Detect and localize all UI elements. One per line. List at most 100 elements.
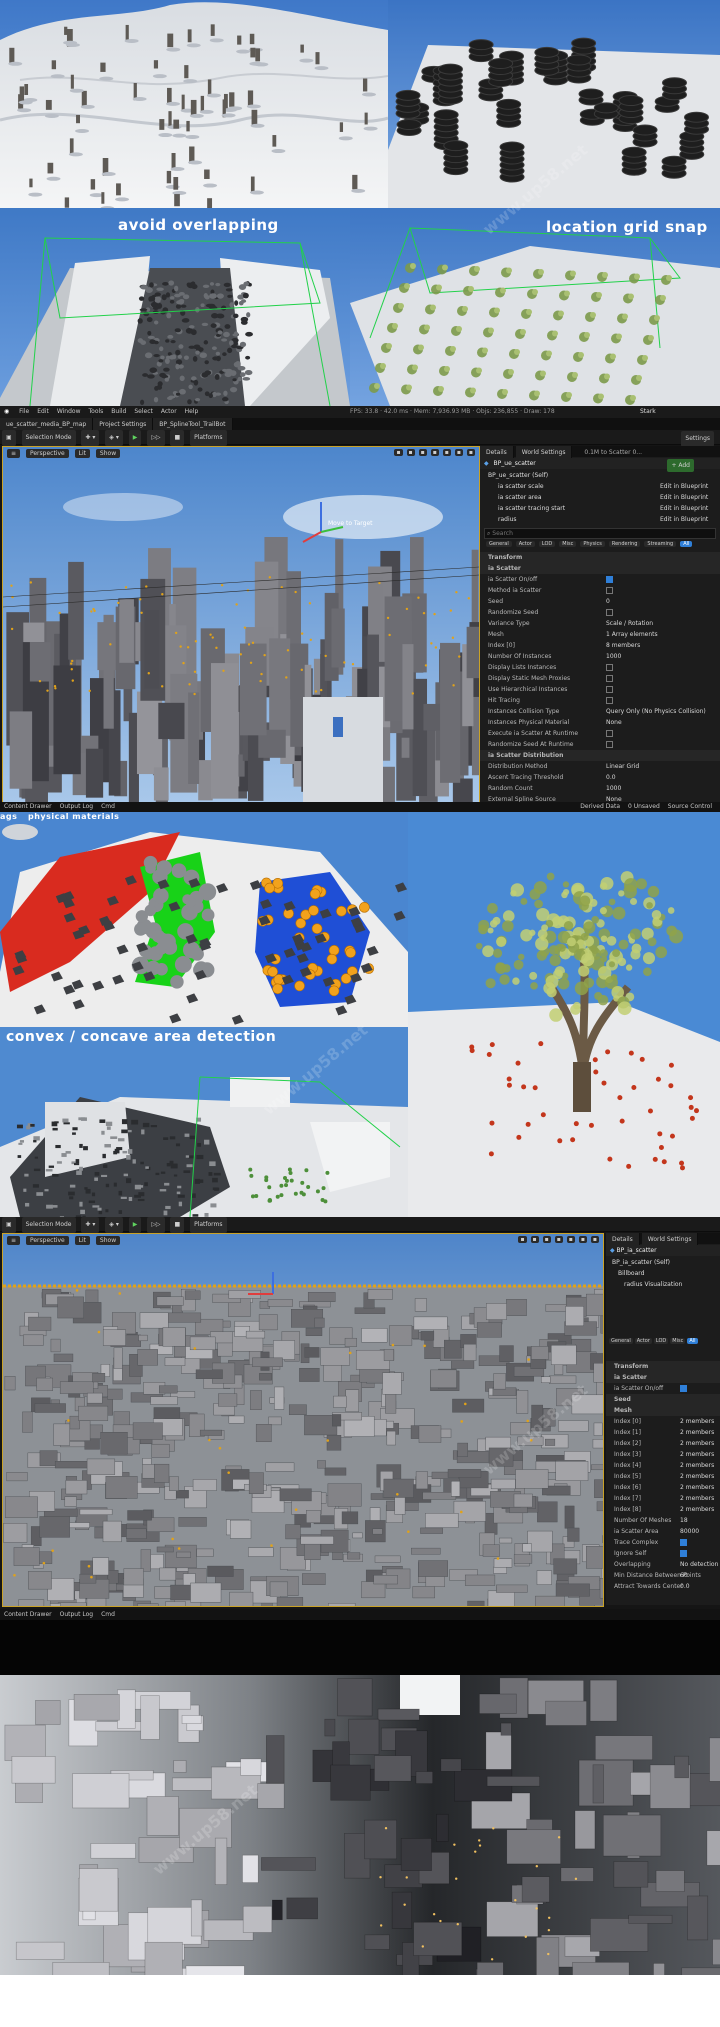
- viewport-1[interactable]: ≡ Perspective Lit Show ▪ ▪ ▪ ▪ ▪ ▪ ▪ Move to T…: [2, 446, 480, 806]
- selection-mode-button[interactable]: Selection Mode: [21, 430, 76, 446]
- details-property-row[interactable]: Instances Collision Type Query Only (No P…: [480, 706, 720, 717]
- skip-button[interactable]: ▷▷: [147, 1217, 165, 1233]
- property-value[interactable]: 1000: [606, 783, 621, 794]
- scale-tool-icon[interactable]: ▪: [542, 1236, 551, 1243]
- details-property-row[interactable]: Number Of Meshes 18: [606, 1515, 720, 1526]
- platforms-button[interactable]: Platforms: [190, 1217, 227, 1233]
- lit-button[interactable]: Lit: [74, 449, 90, 458]
- details-section-header[interactable]: ia Scatter: [606, 1372, 720, 1383]
- filter-lod[interactable]: LOD: [653, 1338, 669, 1344]
- blueprint-button[interactable]: ◈ ▾: [105, 1217, 123, 1233]
- details-property-row[interactable]: ia Scatter Area 80000: [606, 1526, 720, 1537]
- filter-general[interactable]: General: [486, 541, 512, 547]
- checkbox-icon[interactable]: [606, 664, 613, 671]
- property-value[interactable]: 1 Array elements: [606, 629, 658, 640]
- details-property-row[interactable]: Trace Complex: [606, 1537, 720, 1548]
- filter-actor[interactable]: Actor: [634, 1338, 652, 1344]
- property-value[interactable]: 2 members: [680, 1493, 714, 1504]
- menu-item-file[interactable]: File: [19, 406, 29, 418]
- details-property-row[interactable]: Hit Tracing: [480, 695, 720, 706]
- edit-in-blueprint-link[interactable]: Edit in Blueprint: [660, 503, 708, 514]
- component-row[interactable]: radius Visualization: [606, 1279, 720, 1290]
- maximize-icon[interactable]: ▪: [466, 449, 475, 456]
- details-section-header[interactable]: ia Scatter Distribution: [480, 750, 720, 761]
- settings-button[interactable]: Settings: [681, 431, 714, 447]
- details-property-row[interactable]: Mesh 1 Array elements: [480, 629, 720, 640]
- perspective-button[interactable]: Perspective: [25, 1236, 69, 1245]
- property-value[interactable]: 60: [680, 1570, 688, 1581]
- property-checkbox[interactable]: [606, 739, 613, 750]
- details-property-row[interactable]: Index [0] 8 members: [480, 640, 720, 651]
- bottom-content-drawer[interactable]: Content Drawer: [4, 1609, 52, 1620]
- details-section-header[interactable]: ia Scatter: [480, 563, 720, 574]
- property-checkbox[interactable]: [680, 1383, 687, 1394]
- details-property-row[interactable]: Index [7] 2 members: [606, 1493, 720, 1504]
- details-property-row[interactable]: Index [8] 2 members: [606, 1504, 720, 1515]
- play-button[interactable]: ▶: [128, 430, 142, 446]
- property-value[interactable]: 1000: [606, 651, 621, 662]
- checkbox-icon[interactable]: [680, 1539, 687, 1546]
- camera-speed-icon[interactable]: ▪: [578, 1236, 587, 1243]
- component-row[interactable]: ia scatter tracing start Edit in Blueprin…: [480, 503, 720, 514]
- checkbox-icon[interactable]: [680, 1550, 687, 1557]
- component-row[interactable]: BP_ue_scatter (Self): [480, 470, 720, 481]
- property-value[interactable]: 2 members: [680, 1504, 714, 1515]
- filter-lod[interactable]: LOD: [538, 541, 556, 547]
- details-property-row[interactable]: Randomize Seed At Runtime: [480, 739, 720, 750]
- perspective-button[interactable]: Perspective: [25, 449, 69, 458]
- property-value[interactable]: 18: [680, 1515, 688, 1526]
- details-section-header[interactable]: Transform: [480, 552, 720, 563]
- property-checkbox[interactable]: [606, 673, 613, 684]
- edit-in-blueprint-link[interactable]: Edit in Blueprint: [660, 492, 708, 503]
- property-checkbox[interactable]: [606, 695, 613, 706]
- edit-in-blueprint-link[interactable]: Edit in Blueprint: [660, 481, 708, 492]
- property-value[interactable]: 2 members: [680, 1460, 714, 1471]
- property-value[interactable]: 2 members: [680, 1438, 714, 1449]
- platforms-button[interactable]: Platforms: [190, 430, 227, 446]
- checkbox-icon[interactable]: [606, 741, 613, 748]
- rotate-tool-icon[interactable]: ▪: [406, 449, 415, 456]
- property-value[interactable]: Linear Grid: [606, 761, 639, 772]
- details-property-row[interactable]: Use Hierarchical Instances: [480, 684, 720, 695]
- menu-item-edit[interactable]: Edit: [37, 406, 49, 418]
- filter-rendering[interactable]: Rendering: [608, 541, 641, 547]
- property-value[interactable]: 2 members: [680, 1482, 714, 1493]
- details-property-row[interactable]: Ascent Tracing Threshold 0.0: [480, 772, 720, 783]
- menu-item-window[interactable]: Window: [57, 406, 81, 418]
- stop-button[interactable]: ■: [170, 430, 185, 446]
- details-property-row[interactable]: Index [4] 2 members: [606, 1460, 720, 1471]
- checkbox-icon[interactable]: [606, 576, 613, 583]
- property-checkbox[interactable]: [606, 574, 613, 585]
- details-search-input[interactable]: [492, 529, 693, 537]
- viewport-2[interactable]: ≡ Perspective Lit Show ▪ ▪ ▪ ▪ ▪ ▪ ▪: [2, 1233, 604, 1607]
- property-checkbox[interactable]: [606, 662, 613, 673]
- stop-button[interactable]: ■: [170, 1217, 185, 1233]
- bottom-output-log[interactable]: Output Log: [60, 802, 93, 812]
- bottom-cmd[interactable]: Cmd: [101, 802, 115, 812]
- property-value[interactable]: None: [606, 717, 622, 728]
- filter-all[interactable]: All: [680, 541, 693, 547]
- checkbox-icon[interactable]: [606, 730, 613, 737]
- component-row[interactable]: Billboard: [606, 1268, 720, 1279]
- details-property-row[interactable]: Instances Physical Material None: [480, 717, 720, 728]
- scale-tool-icon[interactable]: ▪: [418, 449, 427, 456]
- property-checkbox[interactable]: [680, 1548, 687, 1559]
- component-row[interactable]: ia scatter area Edit in Blueprint: [480, 492, 720, 503]
- details-property-row[interactable]: Min Distance Between Points 60: [606, 1570, 720, 1581]
- details-property-row[interactable]: Overlapping No detection: [606, 1559, 720, 1570]
- save-icon[interactable]: ▣: [2, 430, 16, 446]
- details-property-row[interactable]: Variance Type Scale / Rotation: [480, 618, 720, 629]
- property-checkbox[interactable]: [606, 607, 613, 618]
- bottom-output-log[interactable]: Output Log: [60, 1609, 93, 1620]
- property-value[interactable]: Scale / Rotation: [606, 618, 653, 629]
- move-tool-icon[interactable]: ▪: [518, 1236, 527, 1243]
- checkbox-icon[interactable]: [606, 675, 613, 682]
- checkbox-icon[interactable]: [680, 1385, 687, 1392]
- checkbox-icon[interactable]: [606, 697, 613, 704]
- details-property-row[interactable]: Attract Towards Center 0.0: [606, 1581, 720, 1592]
- menu-item-tools[interactable]: Tools: [89, 406, 104, 418]
- show-button[interactable]: Show: [95, 449, 121, 458]
- property-value[interactable]: 2 members: [680, 1427, 714, 1438]
- selection-mode-button[interactable]: Selection Mode: [21, 1217, 76, 1233]
- filter-all[interactable]: All: [687, 1338, 698, 1344]
